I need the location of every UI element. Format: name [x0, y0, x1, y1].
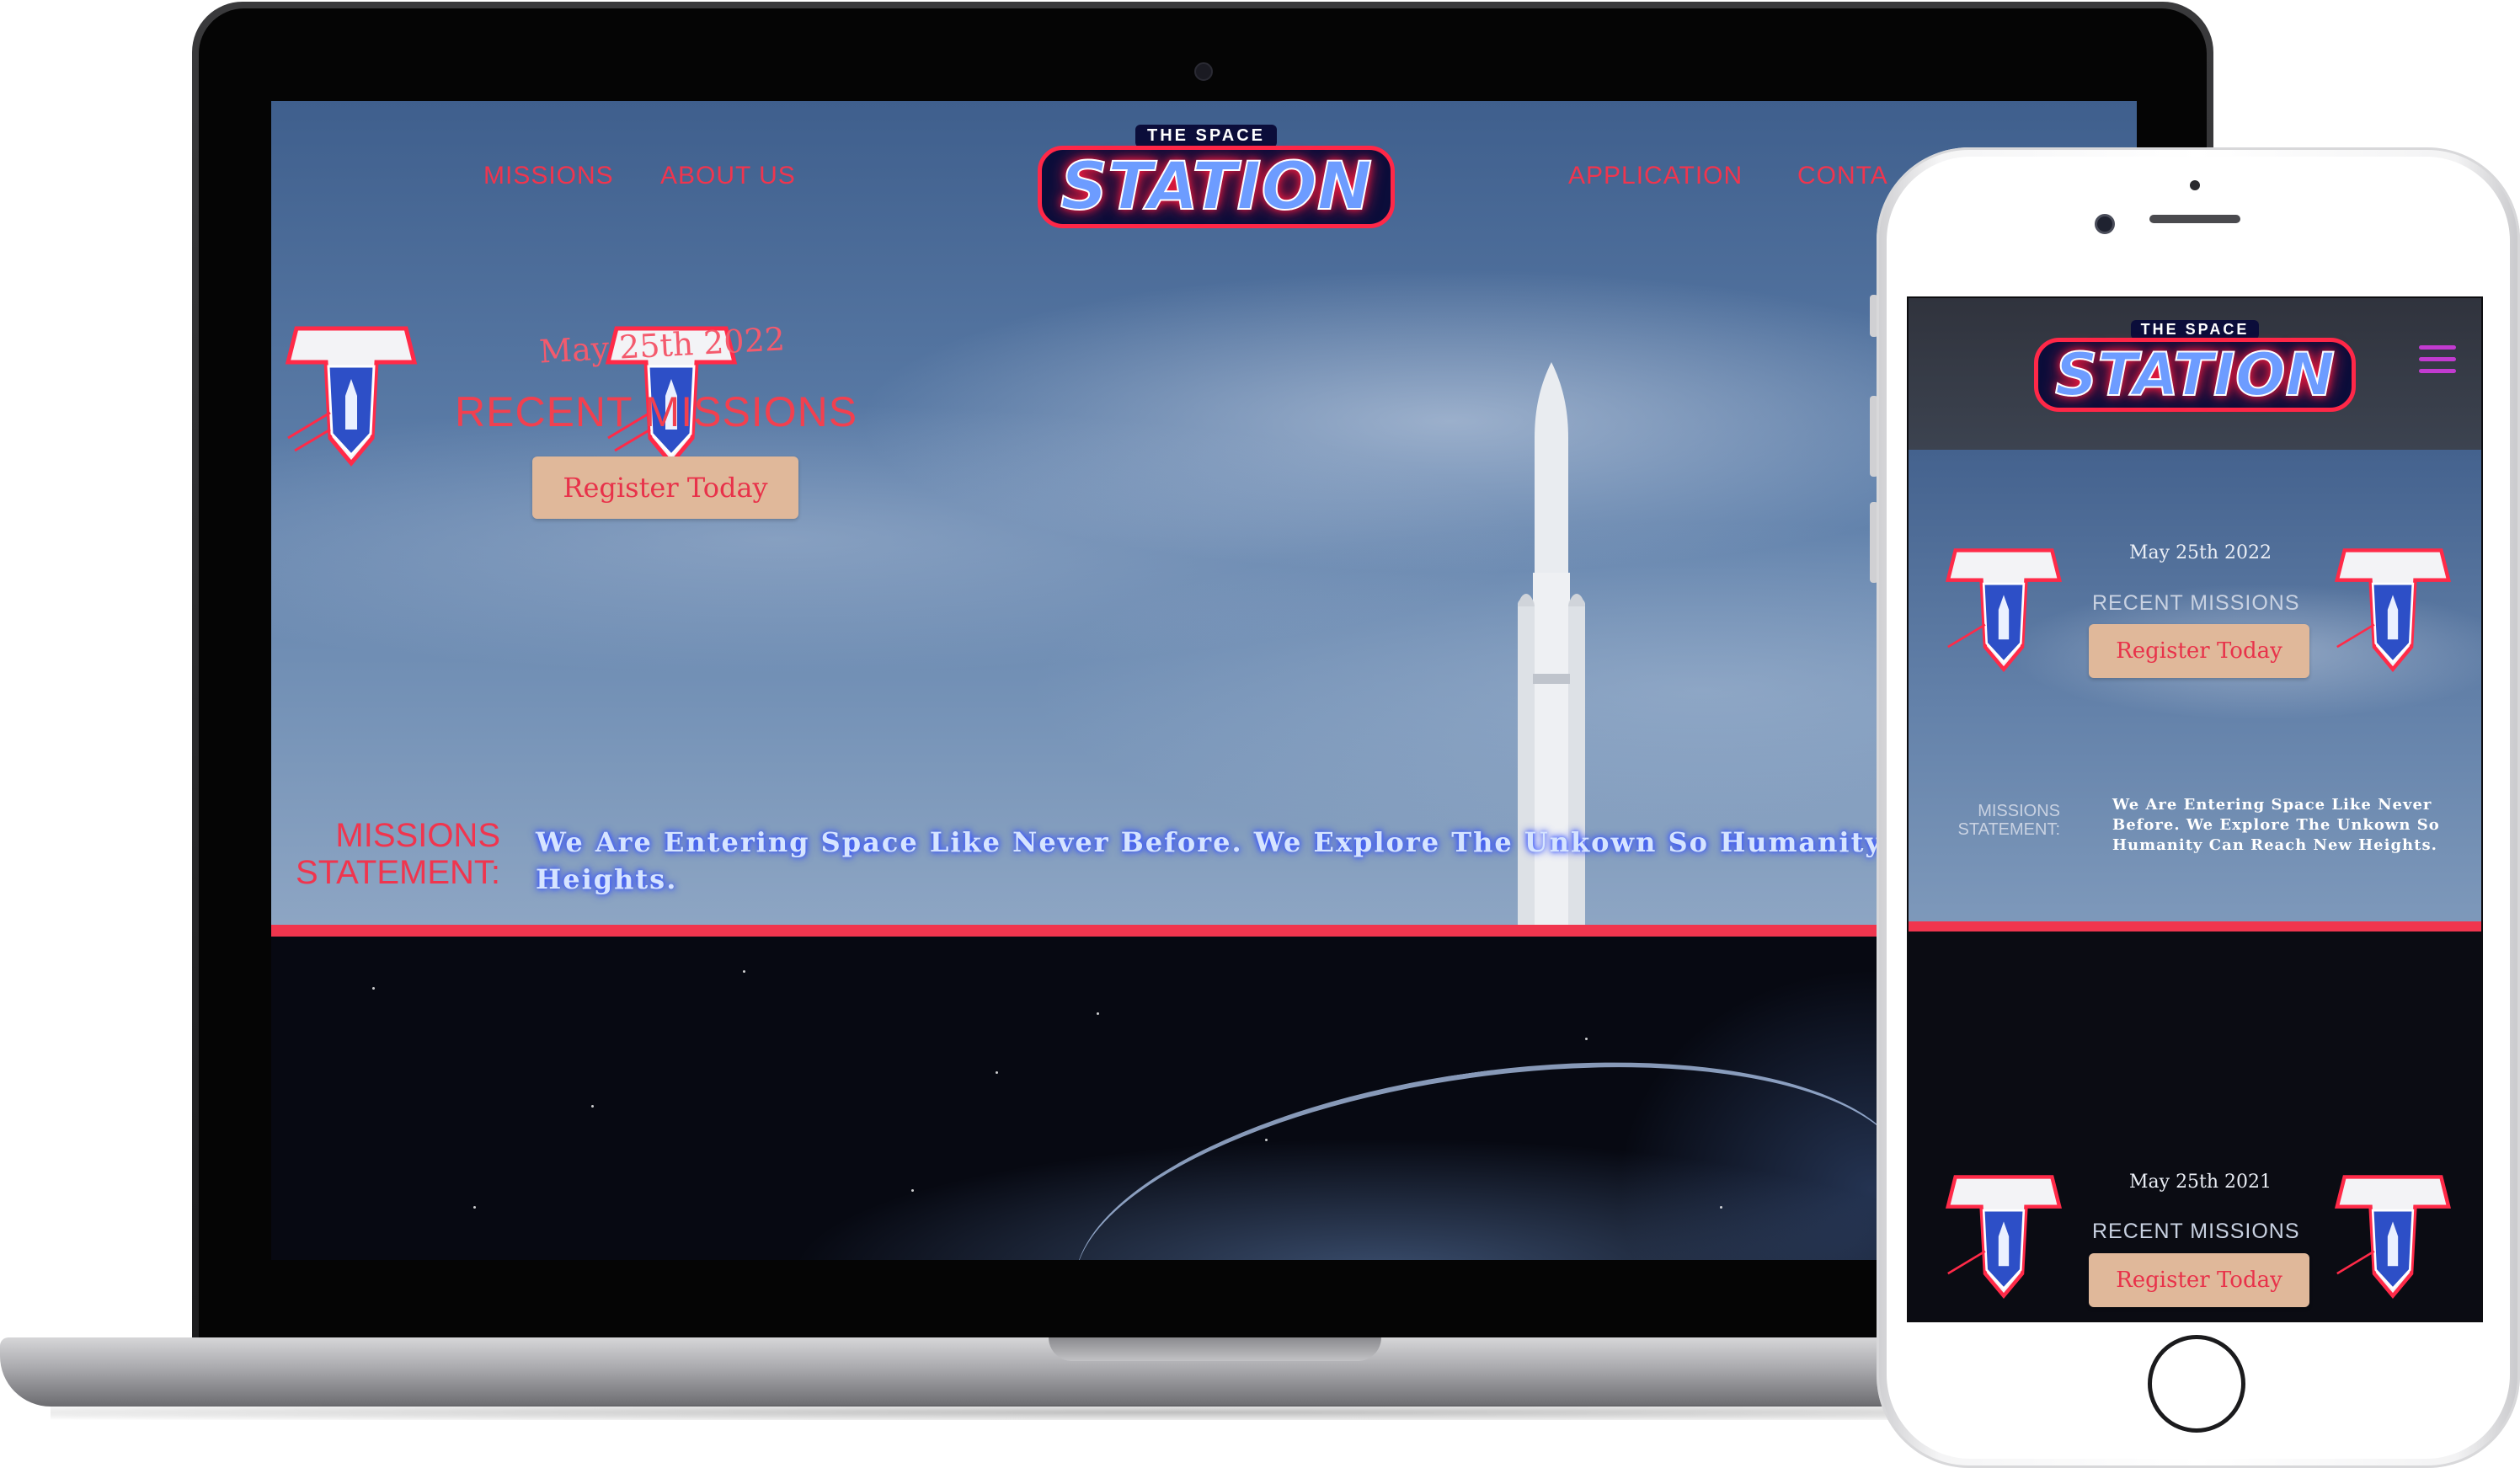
statement-text-line: Before. We Explore The Unkown So — [2112, 816, 2440, 834]
mobile-hero-section: May 25th 2022 RECENT MISSIONS Register T… — [1909, 450, 2481, 926]
hamburger-menu-icon[interactable] — [2419, 345, 2456, 379]
mobile-mission-date-2: May 25th 2021 — [2129, 1172, 2272, 1193]
mission-date: May 25th 2022 — [538, 320, 786, 371]
phone-home-button[interactable] — [2148, 1335, 2245, 1433]
statement-label-line: STATEMENT: — [296, 854, 500, 891]
mobile-register-today-button[interactable]: Register Today — [2089, 624, 2309, 678]
nav-missions[interactable]: MISSIONS — [483, 162, 614, 190]
nav-application[interactable]: APPLICATION — [1568, 162, 1743, 190]
statement-label-line: MISSIONS — [335, 817, 500, 854]
mission-statement-label: MISSIONS STATEMENT: — [271, 817, 500, 891]
phone-sensor — [2190, 180, 2200, 190]
site-logo[interactable]: THE SPACE STATION — [1038, 125, 1396, 228]
mobile-statement-label: MISSIONS STATEMENT: — [1925, 802, 2060, 839]
mission-badge-icon — [1945, 548, 2063, 673]
statement-text-line: Heights. — [536, 863, 678, 895]
hero-section: MISSIONS ABOUT US APPLICATION CONTA THE … — [271, 101, 2137, 1006]
logo-wordmark: STATION — [1038, 146, 1396, 228]
laptop-screen: MISSIONS ABOUT US APPLICATION CONTA THE … — [271, 101, 2137, 1260]
statement-text-line: We Are Entering Space Like Never Before.… — [536, 826, 1957, 858]
mobile-recent-missions-title-2: RECENT MISSIONS — [2092, 1220, 2300, 1243]
logo-wordmark: STATION — [2033, 338, 2357, 412]
mobile-mission-date: May 25th 2022 — [2129, 542, 2272, 563]
mobile-second-section: May 25th 2021 RECENT MISSIONS Register T… — [1909, 932, 2481, 1321]
statement-label-line: STATEMENT: — [1957, 820, 2060, 839]
mobile-recent-missions-title: RECENT MISSIONS — [2092, 591, 2300, 615]
mission-badge-icon — [2334, 1175, 2452, 1300]
mobile-section-divider — [1909, 921, 2481, 932]
statement-text-line: We Are Entering Space Like Never — [2112, 796, 2432, 814]
statement-label-line: MISSIONS — [1978, 802, 2060, 820]
mission-badge-icon — [2334, 548, 2452, 673]
register-today-button[interactable]: Register Today — [532, 456, 798, 519]
laptop-camera — [1194, 62, 1213, 81]
section-divider — [271, 925, 2137, 937]
mobile-header: THE SPACE STATION — [1909, 298, 2481, 450]
nav-contact[interactable]: CONTA — [1797, 162, 1888, 190]
space-section — [271, 937, 2137, 1260]
mobile-register-today-button-2[interactable]: Register Today — [2089, 1253, 2309, 1307]
nav-about-us[interactable]: ABOUT US — [660, 162, 796, 190]
phone-camera — [2095, 214, 2115, 234]
phone-speaker — [2149, 215, 2240, 223]
mobile-site-logo[interactable]: THE SPACE STATION — [2026, 320, 2363, 412]
mission-statement-text: We Are Entering Space Like Never Before.… — [536, 824, 1967, 898]
mission-badge-icon — [1945, 1175, 2063, 1300]
mission-badge-icon — [285, 326, 418, 467]
logo-tagline: THE SPACE — [2130, 320, 2260, 339]
mobile-statement-text: We Are Entering Space Like Never Before.… — [2112, 795, 2475, 856]
phone-screen: THE SPACE STATION May 25th 2022 RECENT M… — [1907, 296, 2483, 1322]
logo-tagline: THE SPACE — [1135, 125, 1277, 147]
planet-arc — [1053, 1014, 1932, 1260]
recent-missions-title: RECENT MISSIONS — [455, 388, 858, 435]
statement-text-line: Humanity Can Reach New Heights. — [2112, 836, 2437, 854]
laptop-notch — [1049, 1337, 1381, 1361]
